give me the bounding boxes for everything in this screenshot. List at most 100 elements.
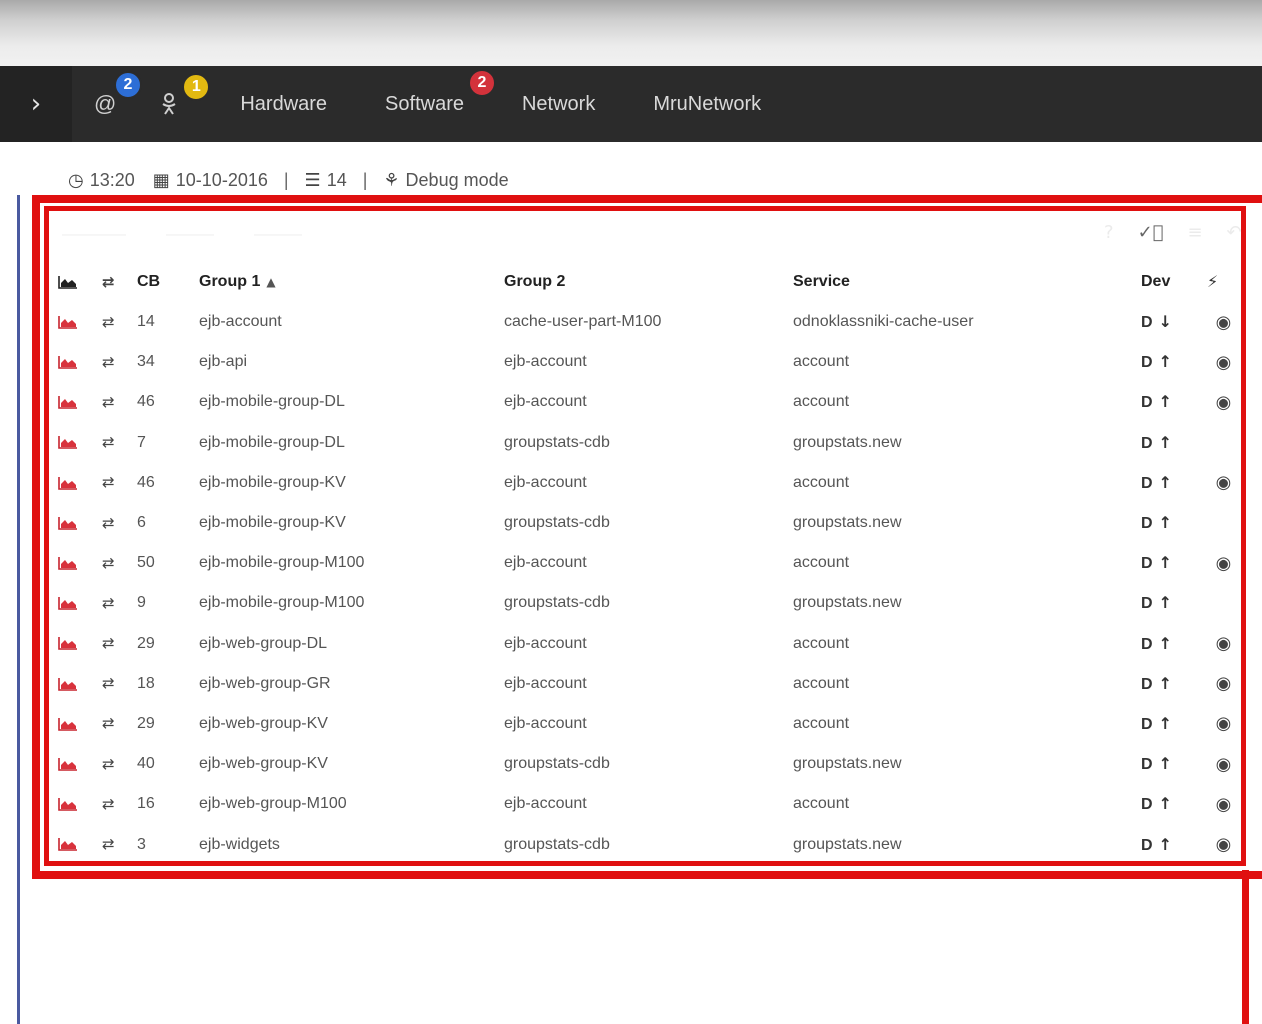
table-row[interactable]: ⇄ 34 ejb-api ejb-account account D ↑ ◉ [52, 342, 1240, 382]
table-row[interactable]: ⇄ 7 ejb-mobile-group-DL groupstats-cdb g… [52, 423, 1240, 463]
table-row[interactable]: ⇄ 46 ejb-mobile-group-KV ejb-account acc… [52, 463, 1240, 503]
chart-cell[interactable] [52, 302, 98, 342]
action-cell[interactable]: ◉ [1207, 382, 1240, 422]
table-row[interactable]: ⇄ 40 ejb-web-group-KV groupstats-cdb gro… [52, 744, 1240, 784]
group1-column-header[interactable]: Group 1 ▲ [199, 262, 504, 302]
odnoklassniki-icon [162, 93, 176, 115]
sidebar-toggle-button[interactable]: › [0, 66, 72, 142]
target-icon[interactable]: ◉ [1216, 754, 1232, 775]
swap-cell[interactable]: ⇄ [98, 302, 137, 342]
chart-cell[interactable] [52, 463, 98, 503]
dev-letter: D [1141, 635, 1153, 653]
target-icon[interactable]: ◉ [1216, 392, 1232, 413]
debug-mode-toggle[interactable]: ⚘ Debug mode [383, 170, 508, 191]
swap-cell[interactable]: ⇄ [98, 503, 137, 543]
action-cell[interactable]: ◉ [1207, 624, 1240, 664]
chart-column-header[interactable] [52, 262, 98, 302]
cb-cell: 14 [137, 313, 155, 331]
group2-cell: ejb-account [504, 353, 587, 371]
action-cell[interactable]: ◉ [1207, 744, 1240, 784]
action-cell[interactable]: ◉ [1207, 664, 1240, 704]
help-icon[interactable]: ? [1104, 222, 1114, 243]
action-cell[interactable]: ◉ [1207, 824, 1240, 864]
swap-cell[interactable]: ⇄ [98, 543, 137, 583]
swap-column-header[interactable]: ⇄ [98, 262, 137, 302]
service-column-header[interactable]: Service [793, 262, 1141, 302]
table-row[interactable]: ⇄ 29 ejb-web-group-DL ejb-account accoun… [52, 624, 1240, 664]
swap-cell[interactable]: ⇄ [98, 382, 137, 422]
chart-cell[interactable] [52, 342, 98, 382]
swap-cell[interactable]: ⇄ [98, 583, 137, 623]
cb-column-header[interactable]: CB [137, 262, 199, 302]
chart-cell[interactable] [52, 664, 98, 704]
chart-cell[interactable] [52, 583, 98, 623]
table-row[interactable]: ⇄ 14 ejb-account cache-user-part-M100 od… [52, 302, 1240, 342]
target-icon[interactable]: ◉ [1216, 312, 1232, 333]
dev-column-header[interactable]: Dev [1141, 262, 1207, 302]
swap-cell[interactable]: ⇄ [98, 423, 137, 463]
action-cell[interactable]: ◉ [1207, 463, 1240, 503]
table-row[interactable]: ⇄ 50 ejb-mobile-group-M100 ejb-account a… [52, 543, 1240, 583]
group1-cell: ejb-mobile-group-DL [199, 433, 345, 451]
action-cell[interactable]: ◉ [1207, 543, 1240, 583]
action-cell[interactable]: ◉ [1207, 704, 1240, 744]
table-row[interactable]: ⇄ 9 ejb-mobile-group-M100 groupstats-cdb… [52, 583, 1240, 623]
target-icon[interactable]: ◉ [1216, 834, 1232, 855]
users-menu[interactable]: 1 [162, 73, 211, 115]
nav-link-mrunetwork[interactable]: MruNetwork [653, 93, 761, 116]
nav-link-network[interactable]: Network [522, 93, 595, 116]
target-icon[interactable]: ◉ [1216, 553, 1232, 574]
swap-cell[interactable]: ⇄ [98, 704, 137, 744]
bug-icon: ⚘ [383, 169, 400, 191]
faded-tab: ——— [254, 226, 302, 243]
dev-letter: D [1141, 354, 1153, 372]
chart-cell[interactable] [52, 744, 98, 784]
swap-cell[interactable]: ⇄ [98, 784, 137, 824]
chart-cell[interactable] [52, 704, 98, 744]
swap-cell[interactable]: ⇄ [98, 342, 137, 382]
check-circle-icon[interactable]: ✓⃝ [1138, 222, 1164, 243]
table-row[interactable]: ⇄ 6 ejb-mobile-group-KV groupstats-cdb g… [52, 503, 1240, 543]
table-row[interactable]: ⇄ 29 ejb-web-group-KV ejb-account accoun… [52, 704, 1240, 744]
table-row[interactable]: ⇄ 16 ejb-web-group-M100 ejb-account acco… [52, 784, 1240, 824]
table-row[interactable]: ⇄ 46 ejb-mobile-group-DL ejb-account acc… [52, 382, 1240, 422]
action-column-header[interactable]: ⚡ [1207, 262, 1240, 302]
nav-link-software[interactable]: Software 2 [385, 68, 496, 116]
table-row[interactable]: ⇄ 3 ejb-widgets groupstats-cdb groupstat… [52, 824, 1240, 864]
swap-cell[interactable]: ⇄ [98, 624, 137, 664]
chart-cell[interactable] [52, 784, 98, 824]
undo-icon[interactable]: ↶ [1227, 222, 1242, 243]
service-cell: account [793, 674, 850, 692]
chart-cell[interactable] [52, 503, 98, 543]
nav-link-hardware[interactable]: Hardware [240, 93, 327, 116]
mentions-menu[interactable]: @ 2 [94, 71, 142, 117]
chart-cell[interactable] [52, 382, 98, 422]
group1-cell: ejb-web-group-KV [199, 714, 328, 732]
swap-icon: ⇄ [102, 392, 115, 411]
count-display: ☰ 14 [305, 170, 347, 191]
action-cell[interactable]: ◉ [1207, 784, 1240, 824]
chart-cell[interactable] [52, 423, 98, 463]
action-cell[interactable]: ◉ [1207, 342, 1240, 382]
table-row[interactable]: ⇄ 18 ejb-web-group-GR ejb-account accoun… [52, 664, 1240, 704]
arrow-up-icon: ↑ [1158, 432, 1172, 452]
target-icon[interactable]: ◉ [1216, 713, 1232, 734]
swap-cell[interactable]: ⇄ [98, 824, 137, 864]
target-icon[interactable]: ◉ [1216, 352, 1232, 373]
target-icon[interactable]: ◉ [1216, 472, 1232, 493]
chart-cell[interactable] [52, 624, 98, 664]
target-icon[interactable]: ◉ [1216, 633, 1232, 654]
time-display: ◷ 13:20 [68, 170, 135, 191]
list-icon: ☰ [304, 169, 321, 191]
users-badge: 1 [182, 73, 211, 101]
swap-cell[interactable]: ⇄ [98, 463, 137, 503]
chart-cell[interactable] [52, 543, 98, 583]
group2-column-header[interactable]: Group 2 [504, 262, 793, 302]
menu-icon[interactable]: ≡ [1187, 222, 1202, 243]
swap-cell[interactable]: ⇄ [98, 664, 137, 704]
chart-cell[interactable] [52, 824, 98, 864]
action-cell[interactable]: ◉ [1207, 302, 1240, 342]
swap-cell[interactable]: ⇄ [98, 744, 137, 784]
target-icon[interactable]: ◉ [1216, 794, 1232, 815]
target-icon[interactable]: ◉ [1216, 673, 1232, 694]
